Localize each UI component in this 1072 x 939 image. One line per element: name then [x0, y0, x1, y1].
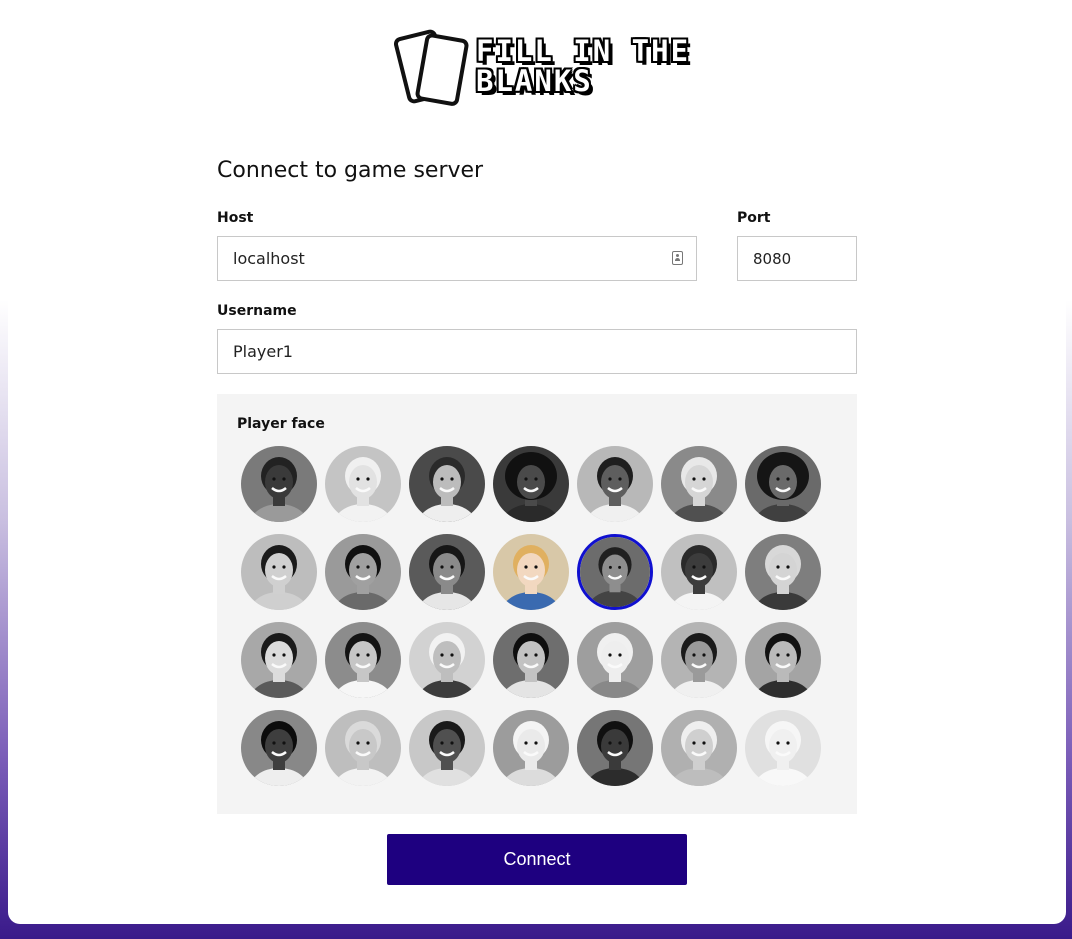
- player-face-option[interactable]: [409, 622, 485, 698]
- face-portrait-icon: [661, 446, 737, 522]
- face-portrait-icon: [325, 534, 401, 610]
- port-label: Port: [737, 210, 771, 226]
- player-face-option[interactable]: [661, 710, 737, 786]
- player-face-option[interactable]: [409, 534, 485, 610]
- player-face-option[interactable]: [493, 710, 569, 786]
- face-portrait-icon: [241, 446, 317, 522]
- face-portrait-icon: [409, 622, 485, 698]
- face-portrait-icon: [661, 534, 737, 610]
- player-face-option[interactable]: [493, 534, 569, 610]
- player-face-grid: [241, 446, 829, 786]
- face-portrait-icon: [325, 710, 401, 786]
- player-face-option[interactable]: [325, 446, 401, 522]
- app-logo: FILL IN THE BLANKS: [394, 26, 698, 110]
- face-portrait-icon: [577, 710, 653, 786]
- contact-card-icon[interactable]: [672, 251, 683, 265]
- face-portrait-icon: [580, 537, 650, 607]
- face-portrait-icon: [409, 534, 485, 610]
- player-face-option[interactable]: [745, 710, 821, 786]
- port-input[interactable]: [737, 236, 857, 281]
- face-portrait-icon: [493, 622, 569, 698]
- connect-button[interactable]: Connect: [387, 834, 687, 885]
- face-portrait-icon: [241, 534, 317, 610]
- logo-line-2: BLANKS: [476, 64, 593, 98]
- face-portrait-icon: [745, 534, 821, 610]
- player-face-option[interactable]: [325, 710, 401, 786]
- logo-text: FILL IN THE BLANKS: [476, 36, 690, 96]
- player-face-option[interactable]: [661, 446, 737, 522]
- face-portrait-icon: [661, 710, 737, 786]
- username-input[interactable]: [217, 329, 857, 374]
- face-portrait-icon: [241, 622, 317, 698]
- player-face-option[interactable]: [661, 622, 737, 698]
- player-face-option[interactable]: [745, 446, 821, 522]
- face-portrait-icon: [745, 622, 821, 698]
- player-face-option[interactable]: [241, 446, 317, 522]
- player-face-option[interactable]: [325, 622, 401, 698]
- face-portrait-icon: [493, 446, 569, 522]
- host-label: Host: [217, 210, 254, 226]
- player-face-option[interactable]: [745, 622, 821, 698]
- player-face-option[interactable]: [409, 710, 485, 786]
- player-face-option[interactable]: [241, 710, 317, 786]
- player-face-option-selected[interactable]: [577, 534, 653, 610]
- player-face-option[interactable]: [577, 446, 653, 522]
- face-portrait-icon: [409, 446, 485, 522]
- player-face-option[interactable]: [577, 710, 653, 786]
- player-face-label: Player face: [237, 416, 325, 432]
- login-card: FILL IN THE BLANKS Connect to game serve…: [8, 0, 1066, 924]
- face-portrait-icon: [577, 446, 653, 522]
- player-face-option[interactable]: [493, 622, 569, 698]
- face-portrait-icon: [409, 710, 485, 786]
- player-face-option[interactable]: [241, 622, 317, 698]
- player-face-option[interactable]: [325, 534, 401, 610]
- face-portrait-icon: [745, 446, 821, 522]
- face-portrait-icon: [577, 622, 653, 698]
- player-face-option[interactable]: [577, 622, 653, 698]
- player-face-option[interactable]: [241, 534, 317, 610]
- page-title: Connect to game server: [217, 158, 484, 183]
- player-face-option[interactable]: [745, 534, 821, 610]
- username-label: Username: [217, 303, 297, 319]
- face-portrait-icon: [493, 534, 569, 610]
- player-face-option[interactable]: [409, 446, 485, 522]
- cards-icon: [394, 29, 469, 106]
- face-portrait-icon: [325, 446, 401, 522]
- face-portrait-icon: [493, 710, 569, 786]
- face-portrait-icon: [241, 710, 317, 786]
- face-portrait-icon: [745, 710, 821, 786]
- player-face-option[interactable]: [493, 446, 569, 522]
- face-portrait-icon: [325, 622, 401, 698]
- player-face-option[interactable]: [661, 534, 737, 610]
- host-input[interactable]: [217, 236, 697, 281]
- face-portrait-icon: [661, 622, 737, 698]
- player-face-panel: Player face: [217, 394, 857, 814]
- logo-line-1: FILL IN THE: [476, 34, 691, 68]
